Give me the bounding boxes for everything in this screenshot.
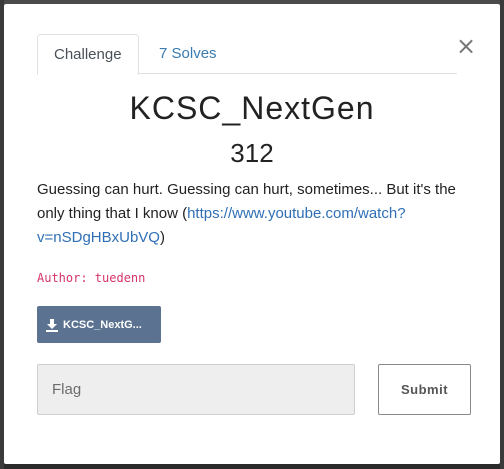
modal-tabs: Challenge 7 Solves bbox=[37, 34, 457, 75]
submit-button[interactable]: Submit bbox=[378, 364, 471, 415]
download-file-button[interactable]: KCSC_NextG... bbox=[37, 306, 161, 343]
flag-input[interactable] bbox=[37, 364, 355, 415]
challenge-title: KCSC_NextGen bbox=[129, 90, 375, 126]
challenge-author: Author: tuedenn bbox=[37, 271, 146, 285]
backdrop-edge-right bbox=[500, 0, 504, 469]
tab-solves[interactable]: 7 Solves bbox=[143, 34, 233, 75]
challenge-points: 312 bbox=[230, 138, 274, 168]
challenge-modal: × Challenge 7 Solves KCSC_NextGen 312 Gu… bbox=[4, 4, 500, 464]
description-end: ) bbox=[159, 229, 165, 246]
tab-challenge[interactable]: Challenge bbox=[37, 34, 139, 75]
download-file-label: KCSC_NextG... bbox=[63, 318, 142, 331]
close-button[interactable]: × bbox=[456, 34, 476, 58]
download-icon bbox=[46, 318, 58, 332]
challenge-description: Guessing can hurt. Guessing can hurt, so… bbox=[37, 178, 477, 250]
